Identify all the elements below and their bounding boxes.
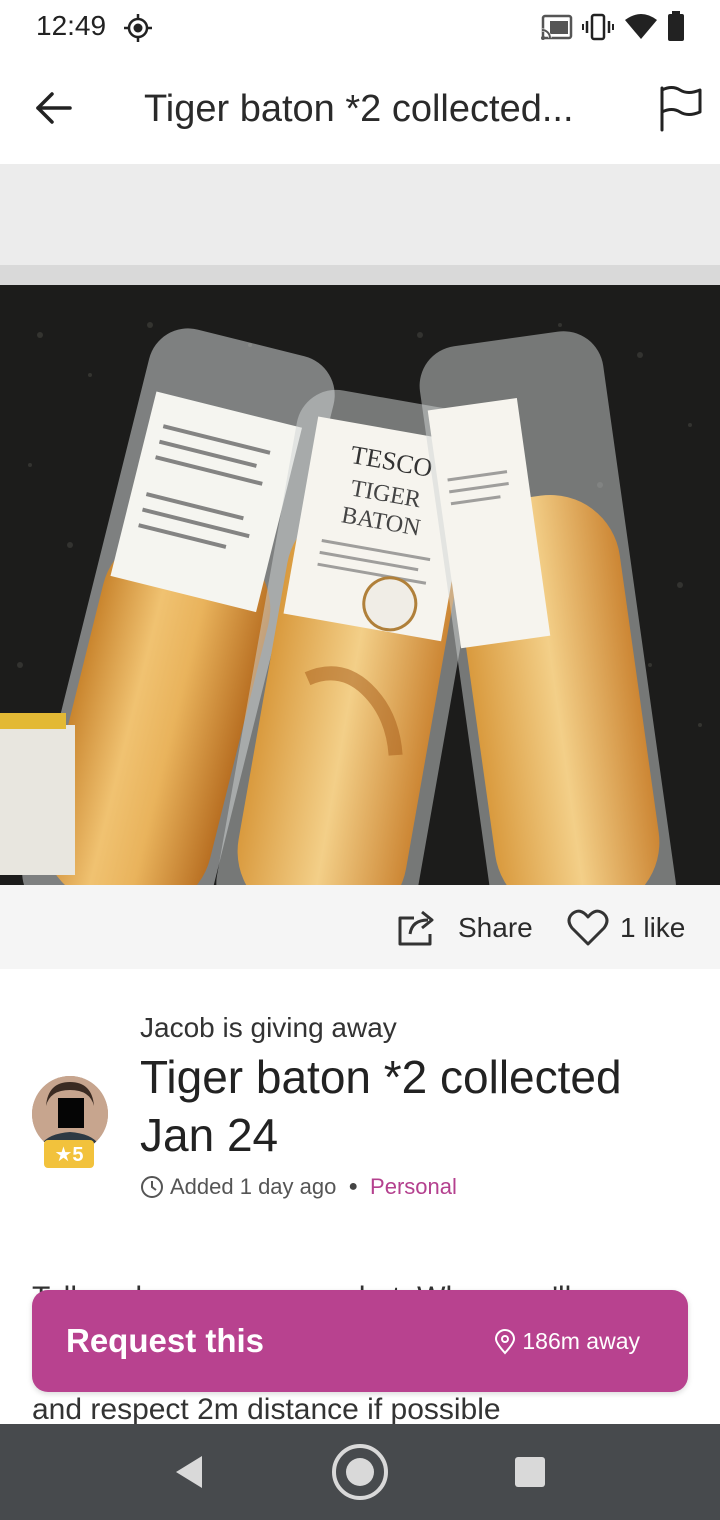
listing-title: Tiger baton *2 collected Jan 24 — [140, 1051, 622, 1161]
distance-info: 186m away — [494, 1328, 640, 1355]
status-bar: 12:49 — [0, 0, 720, 52]
actions-bar: Share 1 like — [0, 885, 720, 969]
giver-line: Jacob is giving away — [140, 1012, 397, 1043]
location-icon — [124, 14, 152, 42]
like-count: 1 like — [620, 912, 686, 943]
share-icon — [398, 910, 434, 946]
vibrate-icon — [582, 13, 614, 41]
like-button[interactable]: 1 like — [566, 903, 685, 953]
system-nav-bar — [0, 1424, 720, 1520]
location-pin-icon — [495, 1328, 516, 1354]
share-button[interactable]: Share — [396, 903, 533, 953]
request-button[interactable]: Request this 186m away — [32, 1290, 688, 1392]
request-label: Request this — [66, 1322, 265, 1359]
flag-icon[interactable] — [652, 80, 708, 136]
bread-photo-image: TESCO TIGER BATON — [0, 165, 720, 885]
added-time: Added 1 day ago — [170, 1174, 337, 1199]
nav-back-icon[interactable] — [172, 1454, 206, 1490]
rating-badge: ★5 — [44, 1140, 94, 1168]
page-title: Tiger baton *2 collected... — [144, 88, 574, 130]
clock-icon — [141, 1176, 163, 1198]
battery-icon — [668, 11, 684, 41]
separator-dot: ● — [348, 1178, 359, 1195]
listing-photo[interactable]: TESCO TIGER BATON — [0, 165, 720, 885]
distance-label: 186m away — [522, 1328, 640, 1354]
share-label: Share — [458, 912, 533, 943]
app-bar: Tiger baton *2 collected... — [0, 52, 720, 165]
nav-home-icon[interactable] — [330, 1442, 390, 1502]
category-tag[interactable]: Personal — [370, 1174, 457, 1200]
cast-icon — [541, 14, 573, 40]
back-arrow-icon[interactable] — [26, 80, 82, 136]
nav-recents-icon[interactable] — [514, 1456, 546, 1488]
heart-icon — [567, 909, 609, 946]
status-time: 12:49 — [36, 10, 107, 41]
wifi-icon — [625, 14, 657, 39]
meta-row: Added 1 day ago ● Personal — [140, 1174, 457, 1200]
